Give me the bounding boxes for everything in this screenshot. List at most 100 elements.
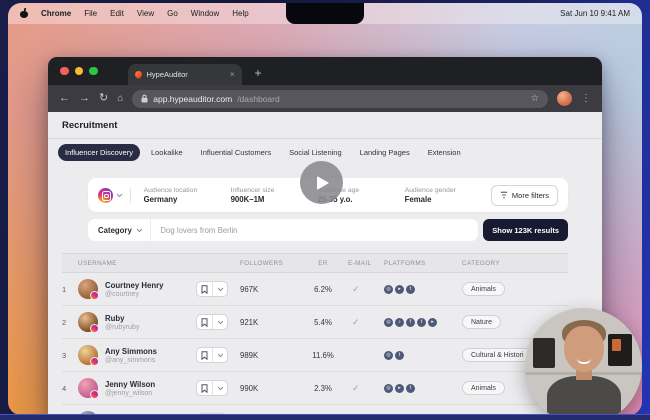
play-icon bbox=[317, 175, 329, 190]
tab-influencer-discovery[interactable]: Influencer Discovery bbox=[58, 144, 140, 161]
row-rank: 3 bbox=[62, 350, 67, 360]
bookmark-star-icon[interactable]: ☆ bbox=[530, 93, 539, 104]
filter-audience-location[interactable]: Audience location Germany bbox=[144, 187, 218, 204]
more-filters-label: More filters bbox=[511, 190, 549, 200]
new-tab-button[interactable]: + bbox=[255, 66, 262, 80]
platform-icons: ◎ ▸ t bbox=[384, 284, 462, 294]
menu-item-edit[interactable]: Edit bbox=[110, 9, 124, 18]
zoom-window-button[interactable] bbox=[89, 66, 98, 76]
presenter-webcam-bubble bbox=[525, 308, 642, 415]
bookmark-split-button[interactable] bbox=[196, 314, 228, 330]
filter-value: Female bbox=[404, 194, 432, 204]
menu-item-go[interactable]: Go bbox=[167, 9, 178, 18]
lock-icon bbox=[141, 94, 148, 103]
tab-lookalike[interactable]: Lookalike bbox=[144, 144, 190, 161]
influencer-handle: @jenny_wilson bbox=[105, 389, 153, 397]
category-label: Category bbox=[98, 225, 132, 235]
filter-funnel-icon bbox=[500, 191, 508, 199]
forward-button[interactable]: → bbox=[79, 93, 90, 104]
filter-influencer-size[interactable]: Influencer size 900K–1M bbox=[231, 187, 305, 204]
filter-label: Audience location bbox=[143, 186, 198, 194]
table-header: USERNAME FOLLOWERS ER E-MAIL PLATFORMS C… bbox=[62, 253, 568, 273]
facebook-icon: f bbox=[406, 317, 415, 327]
influencer-name: Courtney Henry bbox=[105, 280, 164, 290]
menu-item-view[interactable]: View bbox=[137, 9, 154, 18]
chevron-down-icon bbox=[116, 191, 123, 197]
influencer-name: Ruby bbox=[105, 313, 125, 323]
bookmark-options-icon[interactable] bbox=[213, 282, 228, 296]
instagram-icon: ◎ bbox=[384, 317, 393, 327]
filter-audience-gender[interactable]: Audience gender Female bbox=[405, 187, 479, 204]
filter-value: Germany bbox=[143, 194, 178, 204]
video-play-button[interactable] bbox=[300, 161, 343, 204]
browser-tab-hypeauditor[interactable]: HypeAuditor × bbox=[127, 64, 242, 85]
filter-value: 900K–1M bbox=[230, 194, 265, 204]
table-row[interactable]: 3 Any Simmons @any_simmons 989K 11.6% ◎ t… bbox=[62, 339, 568, 372]
show-results-button[interactable]: Show 123K results bbox=[483, 219, 568, 241]
bookmark-icon[interactable] bbox=[197, 381, 213, 395]
tiktok-icon: ♪ bbox=[395, 317, 404, 327]
browser-menu-icon[interactable]: ⋮ bbox=[581, 93, 591, 104]
tab-influential-customers[interactable]: Influential Customers bbox=[194, 144, 278, 161]
more-filters-button[interactable]: More filters bbox=[490, 184, 558, 206]
display-notch bbox=[286, 3, 364, 24]
bookmark-icon[interactable] bbox=[197, 315, 213, 329]
email-check-icon: ✓ bbox=[352, 316, 360, 327]
category-dropdown[interactable]: Category bbox=[88, 219, 152, 241]
avatar bbox=[78, 312, 99, 333]
close-window-button[interactable] bbox=[60, 66, 69, 76]
bookmark-icon[interactable] bbox=[197, 348, 213, 362]
network-selector[interactable] bbox=[98, 187, 131, 203]
bookmark-split-button[interactable] bbox=[196, 281, 228, 297]
table-row[interactable]: 1 Courtney Henry @courtney 967K 6.2% ✓ ◎… bbox=[62, 273, 568, 306]
reload-button[interactable]: ↻ bbox=[99, 93, 108, 104]
back-button[interactable]: ← bbox=[59, 93, 70, 104]
avatar bbox=[78, 378, 99, 399]
platform-icons: ◎ ♪ f t ▸ bbox=[384, 317, 462, 327]
followers-count: 967K bbox=[240, 284, 259, 294]
url-host: app.hypeauditor.com bbox=[153, 93, 233, 104]
menu-item-help[interactable]: Help bbox=[232, 9, 248, 18]
browser-tab-strip: HypeAuditor × + bbox=[48, 57, 602, 85]
bookmark-options-icon[interactable] bbox=[213, 348, 228, 362]
filter-label: Influencer size bbox=[230, 186, 275, 194]
bookmark-options-icon[interactable] bbox=[213, 381, 228, 395]
tab-social-listening[interactable]: Social Listening bbox=[282, 144, 349, 161]
address-bar[interactable]: app.hypeauditor.com/dashboard ☆ bbox=[132, 89, 548, 108]
table-row[interactable]: 2 Ruby @rubyruby 921K 5.4% ✓ ◎ ♪ f t ▸ Natur… bbox=[62, 306, 568, 339]
category-badge: Animals bbox=[462, 282, 505, 296]
menu-item-chrome[interactable]: Chrome bbox=[41, 9, 71, 18]
tab-extension[interactable]: Extension bbox=[421, 144, 468, 161]
engagement-rate: 2.3% bbox=[314, 383, 332, 393]
presenter-face bbox=[564, 326, 604, 372]
user-cell[interactable]: Jenny Wilson @jenny_wilson bbox=[78, 378, 196, 399]
category-badge: Nature bbox=[462, 315, 502, 329]
tab-title: HypeAuditor bbox=[146, 70, 188, 79]
close-tab-icon[interactable]: × bbox=[230, 70, 235, 79]
browser-profile-avatar[interactable] bbox=[557, 91, 572, 106]
hypeauditor-page: Recruitment Influencer Discovery Lookali… bbox=[48, 112, 602, 415]
menu-item-window[interactable]: Window bbox=[191, 9, 219, 18]
home-button[interactable]: ⌂ bbox=[117, 93, 123, 104]
tab-landing-pages[interactable]: Landing Pages bbox=[353, 144, 417, 161]
instagram-icon bbox=[98, 187, 113, 203]
bookmark-icon[interactable] bbox=[197, 282, 213, 296]
instagram-icon: ◎ bbox=[384, 350, 393, 360]
bookmark-split-button[interactable] bbox=[196, 380, 228, 396]
search-input[interactable] bbox=[151, 225, 479, 235]
bookmark-options-icon[interactable] bbox=[213, 315, 228, 329]
header-username: USERNAME bbox=[78, 259, 117, 267]
engagement-rate: 5.4% bbox=[314, 317, 332, 327]
webcam-background bbox=[533, 338, 555, 368]
menu-item-file[interactable]: File bbox=[84, 9, 97, 18]
twitter-icon: t bbox=[417, 317, 426, 327]
bookmark-split-button[interactable] bbox=[196, 347, 228, 363]
minimize-window-button[interactable] bbox=[74, 66, 83, 76]
user-cell[interactable]: Any Simmons @any_simmons bbox=[78, 345, 196, 366]
user-cell[interactable]: Courtney Henry @courtney bbox=[78, 279, 196, 300]
user-cell[interactable]: Ruby @rubyruby bbox=[78, 312, 196, 333]
apple-icon[interactable] bbox=[20, 8, 28, 18]
followers-count: 921K bbox=[240, 317, 259, 327]
menu-bar-clock: Sat Jun 10 9:41 AM bbox=[560, 9, 630, 18]
table-row[interactable]: 4 Jenny Wilson @jenny_wilson 990K 2.3% ✓… bbox=[62, 372, 568, 405]
